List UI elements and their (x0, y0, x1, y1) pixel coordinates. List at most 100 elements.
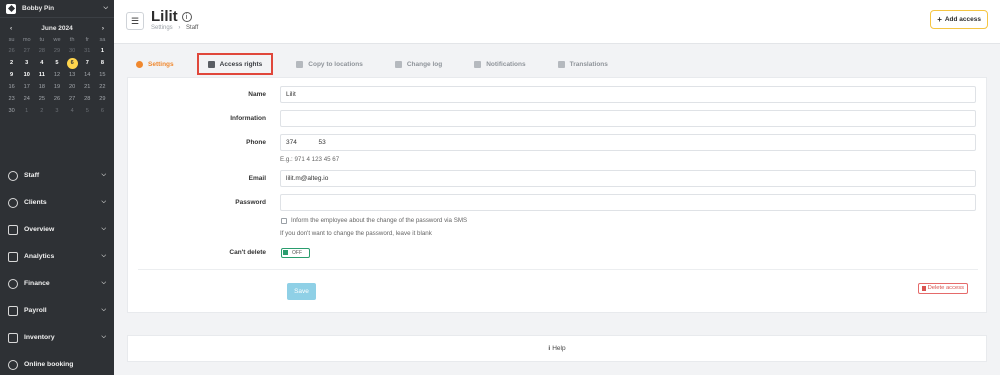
tab-translations[interactable]: Translations (549, 53, 617, 75)
sidebar-item-label: Clients (24, 199, 47, 206)
calendar-day[interactable]: 2 (34, 105, 49, 117)
calendar-day[interactable]: 30 (65, 45, 80, 57)
calendar-day[interactable]: 9 (4, 69, 19, 81)
calendar-day[interactable]: 29 (95, 93, 110, 105)
calendar-day[interactable]: 28 (80, 93, 95, 105)
tab-settings[interactable]: Settings (127, 53, 183, 75)
tab-notifications[interactable]: Notifications (465, 53, 534, 75)
calendar-day[interactable]: 3 (49, 105, 64, 117)
calendar-day[interactable]: 2 (4, 57, 19, 69)
calendar-day[interactable]: 3 (19, 57, 34, 69)
page-title: Lilit i (151, 8, 192, 25)
phone-field[interactable]: 374 53 (280, 134, 976, 151)
name-label: Name (248, 91, 266, 98)
sidebar-item-label: Analytics (24, 253, 55, 260)
plus-icon: + (937, 15, 942, 24)
calendar-grid: su mo tu we th fr sa 26 27 28 29 30 31 1… (4, 35, 110, 117)
calendar-day-selected[interactable]: 6 (65, 57, 80, 69)
tab-change-log[interactable]: Change log (386, 53, 451, 75)
calendar-day[interactable]: 4 (65, 105, 80, 117)
calendar-day[interactable]: 1 (19, 105, 34, 117)
person-icon (8, 170, 18, 181)
calendar-day[interactable]: 26 (49, 93, 64, 105)
calendar-day[interactable]: 1 (95, 45, 110, 57)
sidebar-item-overview[interactable]: Overview ⌵ (0, 216, 114, 243)
calendar-day[interactable]: 17 (19, 81, 34, 93)
sidebar-item-label: Finance (24, 280, 50, 287)
staff-settings-form: Name Lilit Information Phone 374 53 E.g.… (127, 77, 987, 313)
prev-month-button[interactable]: ‹ (10, 25, 12, 32)
calendar-day[interactable]: 19 (49, 81, 64, 93)
edit-icon (394, 60, 402, 68)
calendar-day[interactable]: 18 (34, 81, 49, 93)
calendar-day[interactable]: 21 (80, 81, 95, 93)
information-label: Information (230, 115, 266, 122)
calendar-day[interactable]: 30 (4, 105, 19, 117)
clients-icon (8, 197, 18, 208)
add-access-button[interactable]: + Add access (930, 10, 988, 29)
sidebar-item-clients[interactable]: Clients ⌵ (0, 189, 114, 216)
sidebar-item-finance[interactable]: Finance ⌵ (0, 270, 114, 297)
calendar-day[interactable]: 5 (80, 105, 95, 117)
calendar-day[interactable]: 8 (95, 57, 110, 69)
password-field[interactable] (280, 194, 976, 211)
calendar-day[interactable]: 14 (80, 69, 95, 81)
chart-icon (8, 251, 18, 262)
sidebar-item-staff[interactable]: Staff ⌵ (0, 162, 114, 189)
calendar-day[interactable]: 13 (65, 69, 80, 81)
tab-access-rights[interactable]: Access rights (196, 53, 274, 75)
calendar-day[interactable]: 25 (34, 93, 49, 105)
email-field[interactable]: lilit.m@alteg.io (280, 170, 976, 187)
chevron-down-icon: ⌵ (101, 253, 106, 259)
sidebar-item-label: Payroll (24, 307, 47, 314)
help-bar[interactable]: i Help (127, 335, 987, 362)
calendar-day[interactable]: 23 (4, 93, 19, 105)
calendar-day[interactable]: 27 (65, 93, 80, 105)
name-field[interactable]: Lilit (280, 86, 976, 103)
calendar-day[interactable]: 7 (80, 57, 95, 69)
menu-toggle-button[interactable]: ☰ (126, 12, 144, 30)
calendar-day[interactable]: 4 (34, 57, 49, 69)
calendar-day[interactable]: 15 (95, 69, 110, 81)
calendar-day[interactable]: 11 (34, 69, 49, 81)
weekday-label: tu (39, 37, 45, 43)
inform-sms-checkbox[interactable] (281, 218, 287, 224)
calendar-day[interactable]: 6 (95, 105, 110, 117)
page-header: ☰ Lilit i Settings › Staff + Add access (114, 0, 1000, 44)
calendar-day[interactable]: 12 (49, 69, 64, 81)
calendar-day[interactable]: 5 (49, 57, 64, 69)
company-switcher[interactable]: Bobby Pin ⌵ (0, 0, 114, 18)
calendar-day[interactable]: 24 (19, 93, 34, 105)
calendar-day[interactable]: 27 (19, 45, 34, 57)
gears-icon (207, 60, 215, 68)
chevron-down-icon: ⌵ (101, 307, 106, 313)
calendar-day[interactable]: 16 (4, 81, 19, 93)
calendar-day[interactable]: 29 (49, 45, 64, 57)
chevron-down-icon: ⌵ (101, 334, 106, 340)
tab-bar: Settings Access rights Copy to locations… (127, 52, 987, 76)
sidebar-item-inventory[interactable]: Inventory ⌵ (0, 324, 114, 351)
mini-calendar: ‹ June 2024 › su mo tu we th fr sa 26 27… (0, 18, 114, 117)
tab-copy-to-locations[interactable]: Copy to locations (287, 53, 372, 75)
delete-access-button[interactable]: Delete access (917, 283, 968, 294)
save-button[interactable]: Save (287, 283, 316, 300)
info-icon[interactable]: i (181, 12, 192, 22)
information-field[interactable] (280, 110, 976, 127)
breadcrumb-settings[interactable]: Settings (151, 25, 173, 31)
breadcrumb: Settings › Staff (151, 25, 198, 31)
form-divider (138, 269, 978, 270)
calendar-day[interactable]: 28 (34, 45, 49, 57)
sidebar-item-payroll[interactable]: Payroll ⌵ (0, 297, 114, 324)
next-month-button[interactable]: › (102, 25, 104, 32)
calendar-month-label: June 2024 (41, 24, 73, 32)
calendar-day[interactable]: 31 (80, 45, 95, 57)
sidebar-item-analytics[interactable]: Analytics ⌵ (0, 243, 114, 270)
cant-delete-toggle[interactable]: OFF (281, 248, 310, 258)
weekday-label: fr (85, 37, 89, 43)
calendar-day[interactable]: 26 (4, 45, 19, 57)
calendar-day[interactable]: 22 (95, 81, 110, 93)
calendar-day[interactable]: 10 (19, 69, 34, 81)
calendar-day[interactable]: 20 (65, 81, 80, 93)
sidebar-item-online-booking[interactable]: Online booking (0, 351, 114, 375)
translate-icon (557, 60, 565, 68)
